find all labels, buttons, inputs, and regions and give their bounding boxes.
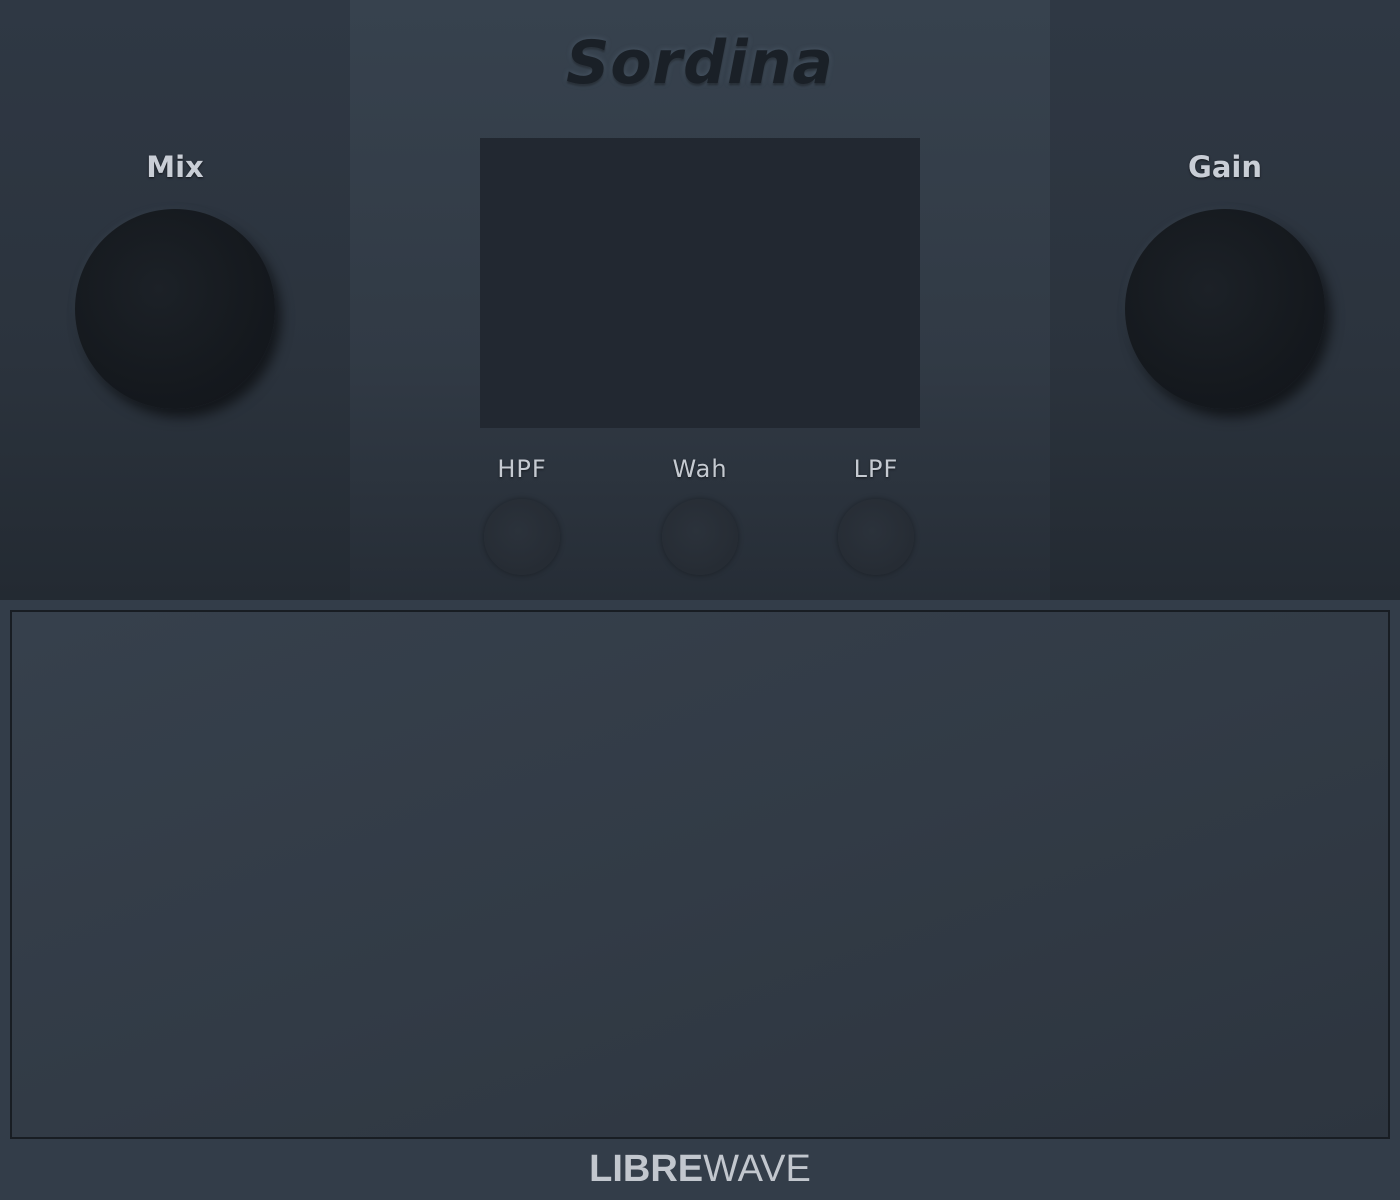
lpf-label: LPF [853, 455, 899, 483]
mix-knob[interactable] [75, 209, 275, 409]
visualizer-area[interactable] [10, 610, 1390, 1139]
wah-label: Wah [672, 455, 728, 483]
brand-logo: LIBREWAVE [450, 1148, 950, 1191]
logo-light-text: WAVE [703, 1148, 811, 1190]
logo-bold-text: LIBRE [589, 1148, 704, 1190]
hpf-label: HPF [497, 455, 547, 483]
gain-knob[interactable] [1125, 209, 1325, 409]
lpf-knob[interactable] [838, 499, 914, 575]
filter-display[interactable] [480, 138, 920, 428]
wah-knob[interactable] [662, 499, 738, 575]
hpf-knob[interactable] [484, 499, 560, 575]
plugin-title: Sordina [566, 28, 834, 98]
gain-label: Gain [1188, 150, 1262, 184]
mix-label: Mix [146, 150, 204, 184]
